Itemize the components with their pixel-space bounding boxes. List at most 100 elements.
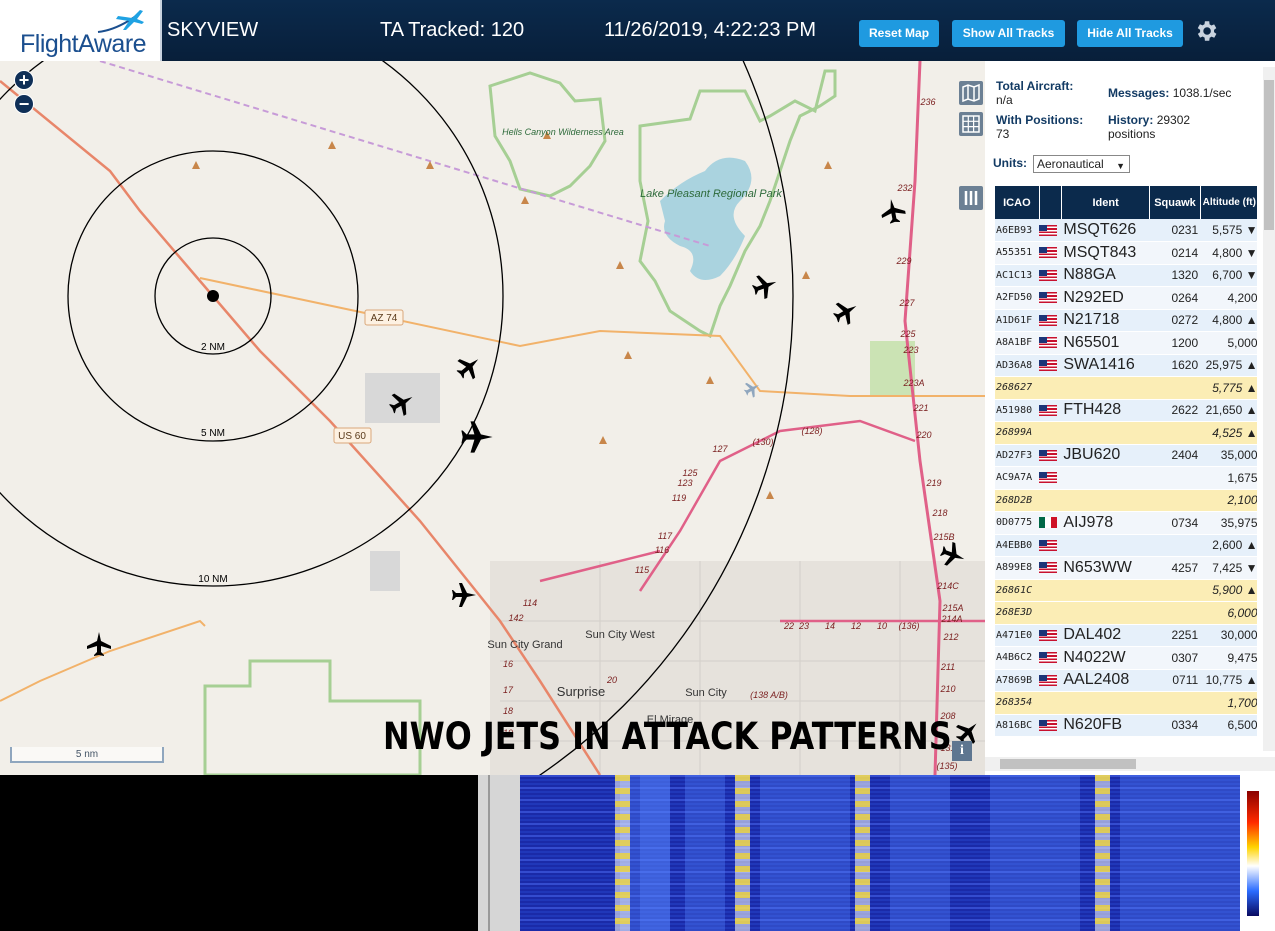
overlay-caption: NWO JETS IN ATTACK PATTERNS — [383, 715, 952, 758]
waterfall-signal — [735, 885, 750, 892]
waterfall-signal — [1095, 833, 1110, 840]
table-row[interactable]: 268354 1,700 — [995, 691, 1257, 715]
column-toggle-button[interactable] — [959, 186, 983, 210]
table-row[interactable]: A4EBB0 2,600 ▲ — [995, 534, 1257, 557]
waterfall-signal — [615, 827, 630, 833]
aircraft-icon — [752, 275, 777, 299]
waterfall-signal — [1095, 840, 1110, 846]
table-row[interactable]: A7869B AAL2408 0711 10,775 ▲ — [995, 669, 1257, 692]
gear-icon[interactable] — [1193, 18, 1219, 44]
icao-cell: A1D61F — [995, 309, 1040, 332]
column-header[interactable]: ICAO — [995, 186, 1040, 219]
table-row[interactable]: AC1C13 N88GA 1320 6,700 ▼ — [995, 264, 1257, 287]
waterfall-signal — [735, 781, 750, 788]
flag-cell — [1039, 624, 1062, 647]
table-row[interactable]: A899E8 N653WW 4257 7,425 ▼ — [995, 556, 1257, 580]
table-row[interactable]: AD36A8 SWA1416 1620 25,975 ▲ — [995, 354, 1257, 377]
flightaware-logo[interactable]: FlightAware — [0, 0, 162, 61]
table-row[interactable]: A8A1BF N65501 1200 5,000 — [995, 331, 1257, 355]
aircraft-table: ICAO Ident Squawk Altitude (ft) A6EB93 MSQT6… — [995, 186, 1257, 737]
table-row[interactable]: AD27F3 JBU620 2404 35,000 — [995, 444, 1257, 467]
panel-divider[interactable] — [478, 775, 520, 931]
grid-toggle-button[interactable] — [959, 112, 983, 136]
map-layers-button[interactable] — [959, 81, 983, 105]
ident-cell — [1061, 579, 1150, 602]
altitude-cell: 5,900 ▲ — [1200, 579, 1257, 602]
flag-cell — [1039, 421, 1062, 445]
place-label: Sun City West — [585, 629, 655, 641]
ident-cell: N292ED — [1061, 286, 1150, 310]
table-row[interactable]: A1D61F N21718 0272 4,800 ▲ — [995, 309, 1257, 332]
zoom-in-button[interactable]: + — [14, 70, 34, 90]
table-row[interactable]: A6EB93 MSQT626 0231 5,575 ▼ — [995, 219, 1257, 242]
us-flag-icon — [1039, 224, 1058, 236]
vertical-scroll-thumb[interactable] — [1264, 80, 1274, 230]
waterfall-signal — [735, 833, 750, 840]
waterfall-signal — [855, 833, 870, 840]
map-canvas[interactable]: 2 NM 5 NM 10 NM AZ 74 US 60 Hells Canyon Wild… — [0, 61, 985, 775]
us-flag-icon — [1039, 472, 1058, 484]
waterfall-signal — [855, 807, 870, 814]
reset-map-button[interactable]: Reset Map — [859, 20, 939, 47]
waterfall-signal — [615, 814, 630, 820]
table-row[interactable]: 26899A 4,525 ▲ — [995, 421, 1257, 445]
icao-cell: AC1C13 — [995, 264, 1040, 287]
column-header[interactable] — [1039, 186, 1062, 219]
us-flag-icon — [1039, 292, 1058, 304]
show-all-tracks-button[interactable]: Show All Tracks — [952, 20, 1065, 47]
spectrum-waterfall — [520, 775, 1275, 931]
ident-cell: JBU620 — [1061, 444, 1150, 467]
table-row[interactable]: AC9A7A 1,675 — [995, 466, 1257, 490]
table-row[interactable]: A471E0 DAL402 2251 30,000 — [995, 624, 1257, 647]
messages-stat: Messages: 1038.1/sec — [1108, 86, 1231, 100]
ident-cell: N21718 — [1061, 309, 1150, 332]
us-flag-icon — [1039, 247, 1058, 259]
table-row[interactable]: A2FD50 N292ED 0264 4,200 — [995, 286, 1257, 310]
table-row[interactable]: 26861C 5,900 ▲ — [995, 579, 1257, 602]
aircraft-table-container[interactable]: ICAO Ident Squawk Altitude (ft) A6EB93 MSQT6… — [995, 186, 1257, 756]
table-row[interactable]: 268E3D 6,000 — [995, 601, 1257, 625]
map-view[interactable]: 2 NM 5 NM 10 NM AZ 74 US 60 Hells Canyon Wild… — [0, 61, 985, 775]
zoom-out-button[interactable]: − — [14, 94, 34, 114]
table-row[interactable]: A4B6C2 N4022W 0307 9,475 — [995, 646, 1257, 670]
with-positions-stat: With Positions: 73 — [996, 113, 1083, 141]
squawk-cell — [1149, 466, 1201, 490]
flag-cell — [1039, 466, 1062, 490]
waterfall-signal — [735, 853, 750, 859]
flag-cell — [1039, 286, 1062, 310]
horizontal-scroll-thumb[interactable] — [1000, 759, 1136, 769]
squawk-cell — [1149, 421, 1201, 445]
column-header[interactable]: Ident — [1061, 186, 1151, 219]
table-row[interactable]: 268627 5,775 ▲ — [995, 376, 1257, 400]
place-label: Sun City Grand — [487, 639, 562, 651]
messages-value: 1038.1/sec — [1172, 86, 1232, 100]
waterfall-signal — [615, 833, 630, 840]
units-select[interactable]: Aeronautical — [1033, 155, 1130, 174]
icao-cell: A4B6C2 — [995, 646, 1040, 670]
exit-number-label: 10 — [877, 621, 887, 631]
waterfall-signal — [855, 794, 870, 801]
place-label: Surprise — [557, 684, 605, 699]
exit-number-label: (136) — [898, 621, 919, 631]
table-row[interactable]: 268D2B 2,100 — [995, 489, 1257, 512]
us-flag-icon — [1039, 652, 1058, 664]
squawk-cell — [1149, 376, 1201, 400]
altitude-cell: 6,700 ▼ — [1200, 264, 1257, 287]
table-row[interactable]: A55351 MSQT843 0214 4,800 ▼ — [995, 241, 1257, 265]
table-row[interactable]: 0D0775 AIJ978 0734 35,975 — [995, 511, 1257, 535]
column-header[interactable]: Squawk — [1149, 186, 1201, 219]
exit-number-label: 123 — [677, 478, 692, 488]
exit-number-label: 219 — [925, 478, 941, 488]
column-header[interactable]: Altitude (ft) — [1200, 186, 1257, 219]
hide-all-tracks-button[interactable]: Hide All Tracks — [1077, 20, 1183, 47]
waterfall-signal — [855, 885, 870, 892]
table-row[interactable]: A816BC N620FB 0334 6,500 — [995, 714, 1257, 737]
flag-cell — [1039, 511, 1062, 535]
flag-cell — [1039, 444, 1062, 467]
table-row[interactable]: A51980 FTH428 2622 21,650 ▲ — [995, 399, 1257, 422]
info-button[interactable]: i — [952, 741, 972, 761]
waterfall-signal — [735, 807, 750, 814]
exit-number-label: 227 — [898, 298, 915, 308]
waterfall-signal — [1095, 898, 1110, 905]
mexico-flag-icon — [1039, 517, 1058, 529]
